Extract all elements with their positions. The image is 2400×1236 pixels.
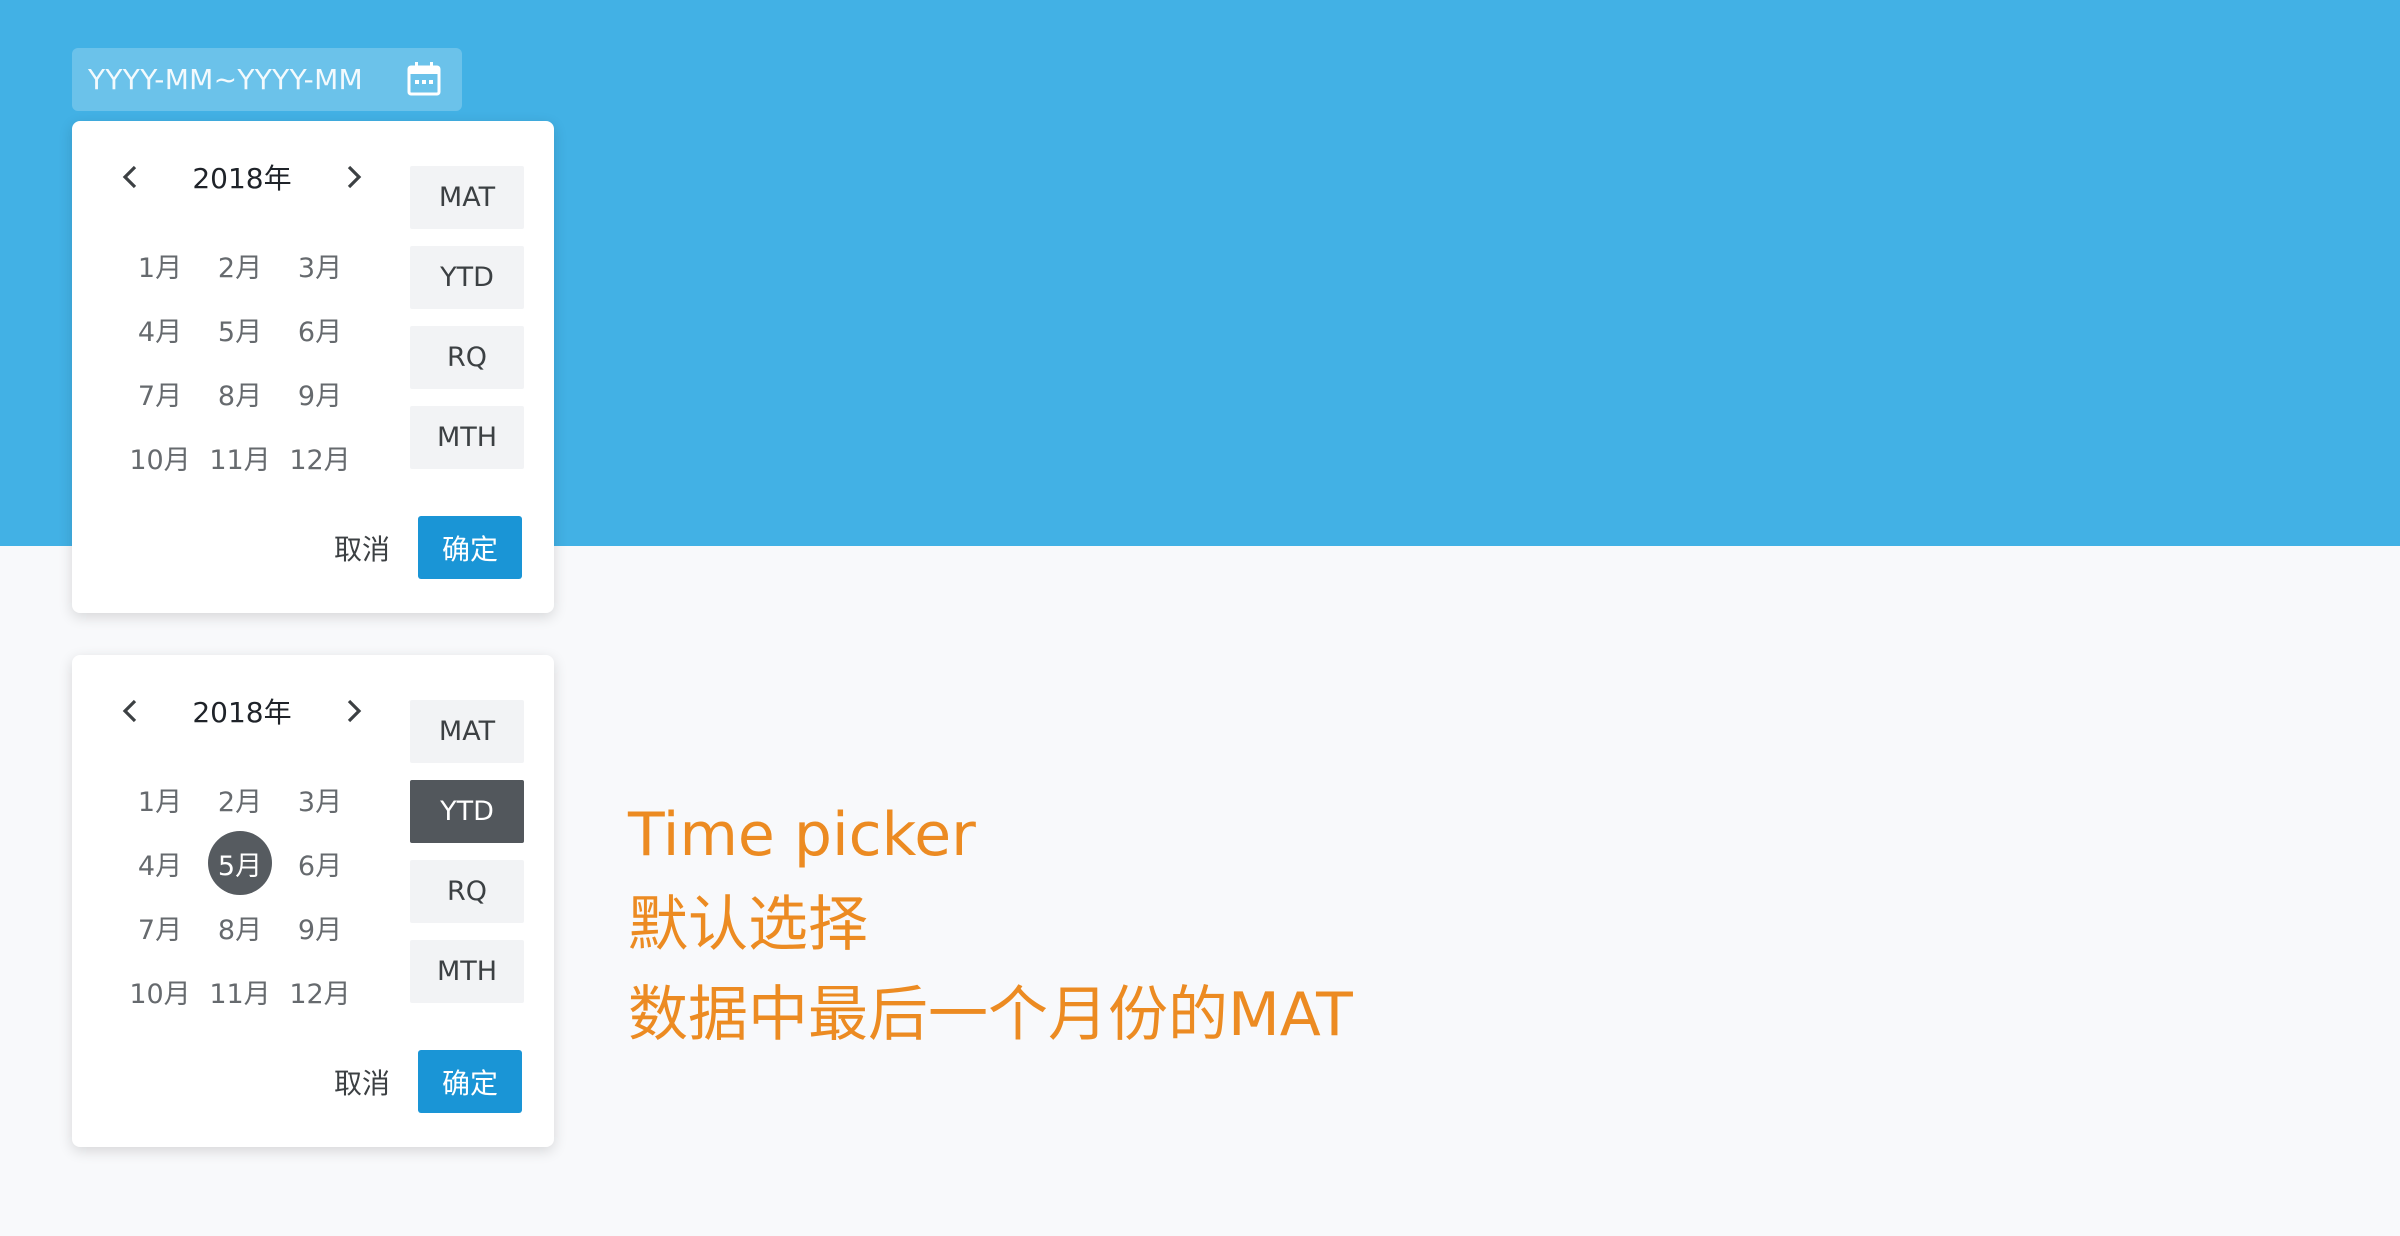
- next-year-button[interactable]: [336, 689, 372, 733]
- month-label: 9月: [297, 914, 343, 946]
- month-label: 5月: [217, 316, 263, 348]
- month-cell[interactable]: 6月: [280, 297, 360, 361]
- confirm-button[interactable]: 确定: [418, 1050, 522, 1113]
- annotation-line-2: 默认选择: [628, 890, 868, 960]
- picker-actions: 取消 确定: [334, 516, 522, 579]
- month-cell[interactable]: 11月: [200, 425, 280, 489]
- period-option-mth[interactable]: MTH: [410, 406, 524, 469]
- month-label: 4月: [137, 850, 183, 882]
- prev-year-button[interactable]: [112, 689, 148, 733]
- month-cell[interactable]: 9月: [280, 895, 360, 959]
- picker-actions: 取消 确定: [334, 1050, 522, 1113]
- year-label: 2018年: [192, 696, 292, 729]
- period-option-mat[interactable]: MAT: [410, 166, 524, 229]
- period-option-rq[interactable]: RQ: [410, 326, 524, 389]
- period-option-ytd[interactable]: YTD: [410, 780, 524, 843]
- month-cell[interactable]: 4月: [120, 297, 200, 361]
- month-label: 11月: [209, 444, 271, 476]
- year-navigation: 2018年: [112, 155, 372, 199]
- page: YYYY-MM~YYYY-MM 2018年 1月 2月 3月 4月 5月 6月 7月 8月 9月…: [0, 0, 2400, 1236]
- month-cell[interactable]: 2月: [200, 233, 280, 297]
- period-list: MAT YTD RQ MTH: [410, 166, 524, 469]
- annotation-line-3: 数据中最后一个月份的MAT: [628, 980, 1353, 1050]
- month-label: 7月: [137, 380, 183, 412]
- month-label: 8月: [217, 380, 263, 412]
- month-cell[interactable]: 8月: [200, 361, 280, 425]
- month-label: 4月: [137, 316, 183, 348]
- month-cell[interactable]: 12月: [280, 425, 360, 489]
- month-grid: 1月 2月 3月 4月 5月 6月 7月 8月 9月 10月 11月 12月: [120, 767, 380, 1023]
- month-label: 2月: [217, 252, 263, 284]
- chevron-right-icon: [347, 165, 362, 189]
- period-option-rq[interactable]: RQ: [410, 860, 524, 923]
- month-cell[interactable]: 12月: [280, 959, 360, 1023]
- year-label: 2018年: [192, 162, 292, 195]
- period-option-mth[interactable]: MTH: [410, 940, 524, 1003]
- month-label: 5月: [217, 850, 263, 882]
- month-cell[interactable]: 1月: [120, 233, 200, 297]
- month-label: 3月: [297, 252, 343, 284]
- month-cell[interactable]: 10月: [120, 425, 200, 489]
- month-label: 7月: [137, 914, 183, 946]
- month-picker-panel: 2018年 1月 2月 3月 4月 5月 6月 7月 8月 9月 10月 11月 12月 MAT YTD…: [72, 121, 554, 613]
- month-picker-panel: 2018年 1月 2月 3月 4月 5月 6月 7月 8月 9月 10月 11月 12月 MAT YTD…: [72, 655, 554, 1147]
- month-label: 9月: [297, 380, 343, 412]
- month-cell[interactable]: 3月: [280, 233, 360, 297]
- next-year-button[interactable]: [336, 155, 372, 199]
- month-cell[interactable]: 2月: [200, 767, 280, 831]
- month-label: 8月: [217, 914, 263, 946]
- month-cell[interactable]: 5月: [200, 831, 280, 895]
- date-range-input[interactable]: YYYY-MM~YYYY-MM: [72, 48, 462, 111]
- month-label: 12月: [289, 978, 351, 1010]
- calendar-icon[interactable]: [404, 59, 444, 99]
- month-cell[interactable]: 9月: [280, 361, 360, 425]
- month-cell[interactable]: 3月: [280, 767, 360, 831]
- chevron-right-icon: [347, 699, 362, 723]
- month-cell[interactable]: 10月: [120, 959, 200, 1023]
- cancel-button[interactable]: 取消: [334, 1062, 390, 1102]
- chevron-left-icon: [122, 165, 137, 189]
- month-cell[interactable]: 11月: [200, 959, 280, 1023]
- month-label: 2月: [217, 786, 263, 818]
- month-cell[interactable]: 4月: [120, 831, 200, 895]
- month-label: 1月: [137, 252, 183, 284]
- month-label: 12月: [289, 444, 351, 476]
- month-label: 6月: [297, 850, 343, 882]
- month-label: 10月: [129, 978, 191, 1010]
- month-label: 11月: [209, 978, 271, 1010]
- month-cell[interactable]: 7月: [120, 361, 200, 425]
- month-cell[interactable]: 5月: [200, 297, 280, 361]
- date-range-placeholder: YYYY-MM~YYYY-MM: [88, 63, 363, 96]
- month-cell[interactable]: 6月: [280, 831, 360, 895]
- month-label: 10月: [129, 444, 191, 476]
- annotation-text: Time picker 默认选择 数据中最后一个月份的MAT: [628, 790, 1353, 1060]
- period-list: MAT YTD RQ MTH: [410, 700, 524, 1003]
- year-navigation: 2018年: [112, 689, 372, 733]
- annotation-line-1: Time picker: [628, 800, 976, 870]
- period-option-mat[interactable]: MAT: [410, 700, 524, 763]
- month-label: 6月: [297, 316, 343, 348]
- month-label: 3月: [297, 786, 343, 818]
- confirm-button[interactable]: 确定: [418, 516, 522, 579]
- prev-year-button[interactable]: [112, 155, 148, 199]
- month-label: 1月: [137, 786, 183, 818]
- month-cell[interactable]: 8月: [200, 895, 280, 959]
- period-option-ytd[interactable]: YTD: [410, 246, 524, 309]
- cancel-button[interactable]: 取消: [334, 528, 390, 568]
- month-grid: 1月 2月 3月 4月 5月 6月 7月 8月 9月 10月 11月 12月: [120, 233, 380, 489]
- chevron-left-icon: [122, 699, 137, 723]
- month-cell[interactable]: 7月: [120, 895, 200, 959]
- month-cell[interactable]: 1月: [120, 767, 200, 831]
